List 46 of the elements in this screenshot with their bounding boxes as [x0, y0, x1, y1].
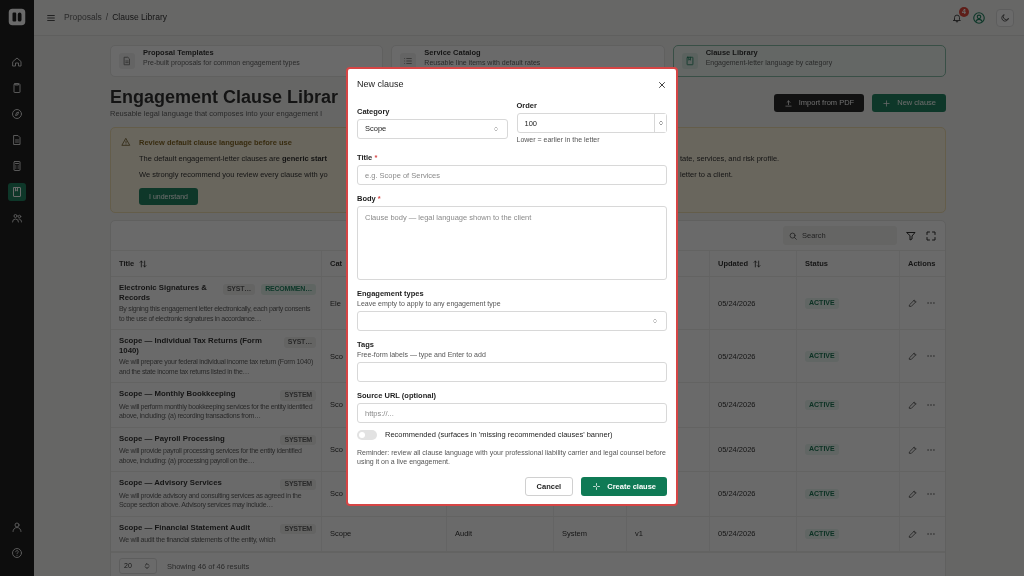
upload-icon [783, 98, 793, 108]
search-icon [788, 230, 798, 241]
clipboard-icon [11, 82, 23, 94]
edit-icon[interactable] [908, 444, 918, 455]
bell-icon[interactable] [952, 12, 962, 23]
compass-icon [11, 108, 23, 120]
home-icon [11, 56, 23, 68]
edit-icon[interactable] [908, 351, 918, 362]
calculator-icon [11, 160, 23, 172]
chevron-updown-icon [651, 317, 659, 325]
fullscreen-icon[interactable] [925, 229, 937, 242]
toggle-switch[interactable] [357, 429, 377, 440]
menu-icon[interactable] [46, 12, 56, 23]
sort-icon[interactable] [138, 258, 149, 269]
chevron-updown-icon [142, 561, 152, 572]
user-avatar-icon[interactable] [972, 10, 986, 25]
bookmark-icon [684, 56, 695, 66]
moon-icon [1000, 12, 1010, 23]
dialog-title: New clause [357, 78, 404, 92]
filter-icon[interactable] [905, 229, 917, 242]
bookmark-icon [11, 186, 23, 198]
theme-toggle-button[interactable] [996, 8, 1014, 27]
person-icon [11, 521, 23, 533]
breadcrumb-separator: / [105, 11, 109, 24]
edit-icon[interactable] [908, 298, 918, 309]
stepper-button[interactable] [654, 114, 666, 132]
document-icon [11, 134, 23, 146]
warning-icon [121, 137, 131, 148]
edit-icon[interactable] [908, 400, 918, 410]
chevron-updown-icon [656, 119, 665, 127]
page-title: Engagement Clause Librar [110, 86, 339, 108]
sidebar-item[interactable] [8, 183, 26, 201]
list-icon [403, 56, 414, 66]
help-icon [11, 547, 23, 559]
users-icon [11, 212, 23, 224]
select-field[interactable] [357, 311, 667, 331]
chevron-updown-icon [491, 124, 500, 133]
logo-icon [8, 8, 26, 26]
edit-icon[interactable] [908, 528, 918, 539]
plus-icon [882, 98, 892, 108]
edit-icon[interactable] [908, 489, 918, 499]
sort-icon[interactable] [752, 258, 762, 269]
close-icon[interactable] [657, 80, 667, 90]
text-field[interactable] [357, 362, 667, 382]
sparkle-icon [592, 482, 602, 492]
document-icon [122, 56, 132, 66]
